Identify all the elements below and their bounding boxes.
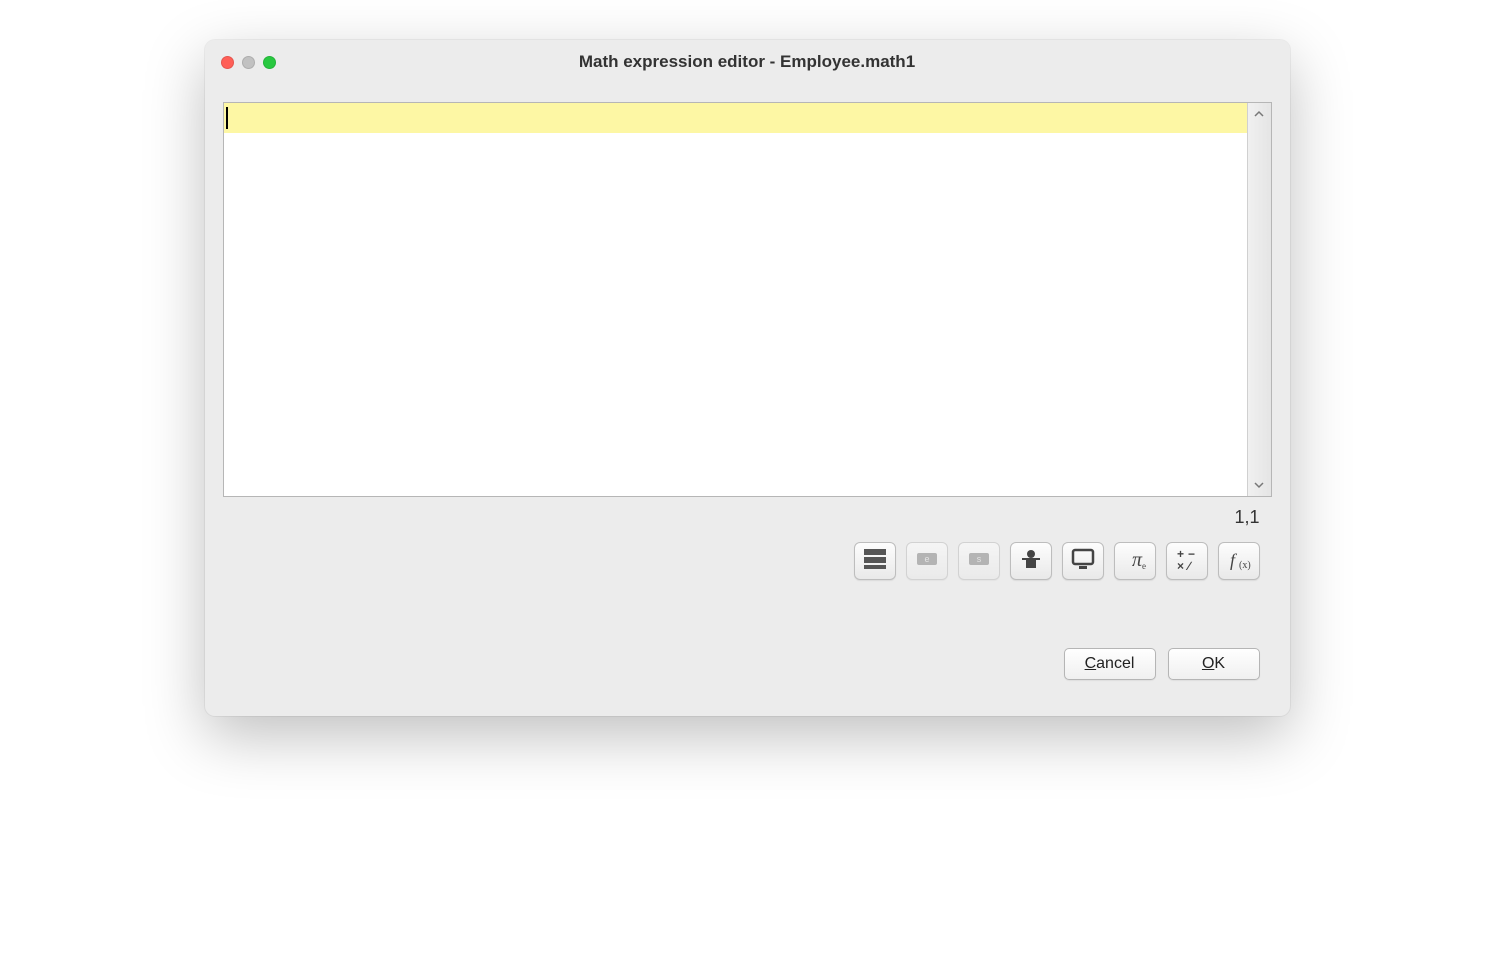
ok-mnemonic: O — [1202, 655, 1214, 672]
scroll-down-button[interactable] — [1248, 474, 1271, 496]
maximize-window-button[interactable] — [263, 56, 276, 69]
svg-text:f: f — [1230, 550, 1238, 570]
svg-text:e: e — [924, 554, 929, 564]
block-button[interactable] — [854, 542, 896, 580]
monitor-icon — [1069, 546, 1097, 577]
svg-text:×: × — [1177, 559, 1184, 572]
dialog-buttons: Cancel OK — [223, 580, 1272, 698]
editor-container — [223, 102, 1272, 497]
close-window-button[interactable] — [221, 56, 234, 69]
vertical-scrollbar[interactable] — [1247, 103, 1271, 496]
window-title: Math expression editor - Employee.math1 — [221, 52, 1274, 72]
person-button[interactable] — [1010, 542, 1052, 580]
svg-text:s: s — [976, 554, 981, 564]
cancel-mnemonic: C — [1085, 655, 1097, 672]
function-button[interactable]: f (x) — [1218, 542, 1260, 580]
titlebar: Math expression editor - Employee.math1 — [205, 40, 1290, 84]
svg-text:e: e — [1142, 561, 1146, 571]
expression-editor[interactable] — [224, 103, 1247, 496]
minimize-window-button — [242, 56, 255, 69]
function-icon: f (x) — [1225, 546, 1253, 577]
block-icon — [861, 546, 889, 577]
operators-icon: + − × ∕ — [1173, 546, 1201, 577]
ok-button[interactable]: OK — [1168, 648, 1260, 680]
ok-label-rest: K — [1214, 655, 1225, 672]
element-icon: e — [913, 546, 941, 577]
current-line-highlight — [224, 103, 1247, 133]
operators-button[interactable]: + − × ∕ — [1166, 542, 1208, 580]
pi-constant-button[interactable]: π e — [1114, 542, 1156, 580]
text-cursor — [226, 107, 228, 129]
scroll-up-button[interactable] — [1248, 103, 1271, 125]
cancel-label-rest: ancel — [1096, 655, 1134, 672]
pi-icon: π e — [1121, 546, 1149, 577]
set-button: s — [958, 542, 1000, 580]
cancel-button[interactable]: Cancel — [1064, 648, 1156, 680]
element-button: e — [906, 542, 948, 580]
monitor-button[interactable] — [1062, 542, 1104, 580]
content-area: 1,1 e — [205, 84, 1290, 716]
dialog-window: Math expression editor - Employee.math1 … — [205, 40, 1290, 716]
svg-text:(x): (x) — [1239, 560, 1251, 571]
traffic-lights — [221, 56, 276, 69]
cursor-position-label: 1,1 — [223, 497, 1272, 528]
person-icon — [1017, 546, 1045, 577]
set-icon: s — [965, 546, 993, 577]
toolbar: e s — [223, 528, 1272, 580]
